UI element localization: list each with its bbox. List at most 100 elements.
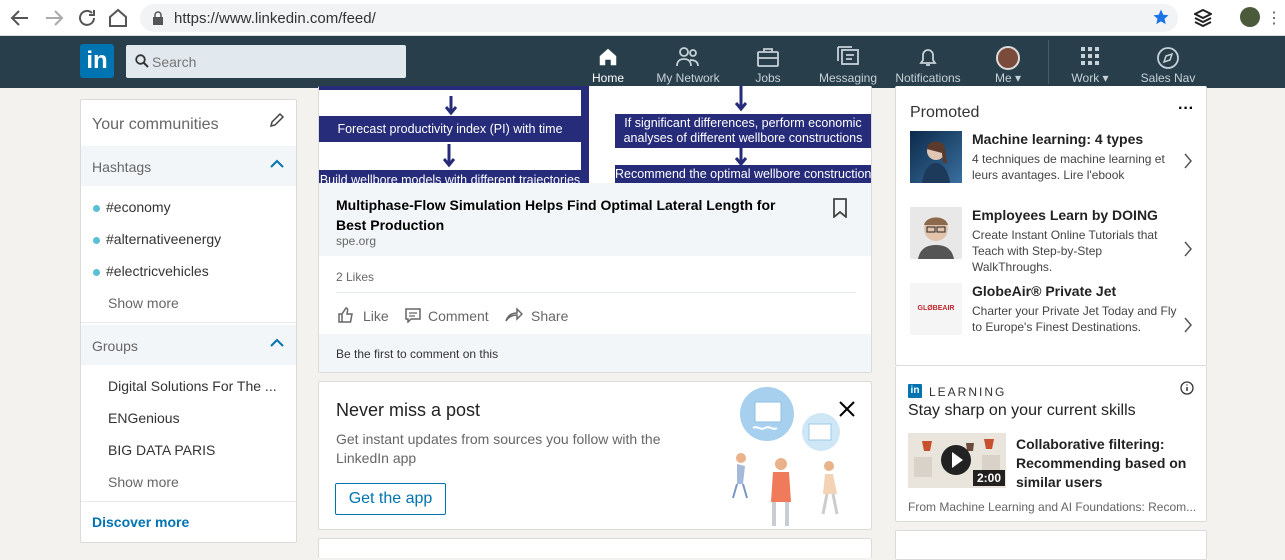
diagram-box: If significant differences, perform econ… [615, 114, 871, 148]
ad-body: Create Instant Online Tutorials that Tea… [972, 228, 1158, 274]
bookmark-icon[interactable] [832, 198, 848, 223]
next-feed-card [318, 538, 872, 558]
article-image[interactable]: Forecast productivity index (PI) with ti… [319, 86, 871, 183]
article-meta[interactable]: Multiphase-Flow Simulation Helps Find Op… [319, 183, 871, 256]
linkedin-logo[interactable]: in [80, 44, 114, 78]
nav-home[interactable]: Home [568, 36, 648, 88]
hashtags-title: Hashtags [92, 159, 152, 175]
search-input[interactable] [152, 45, 402, 78]
nav-sales-nav[interactable]: Sales Nav [1128, 36, 1208, 88]
group-item[interactable]: BIG DATA PARIS [108, 442, 215, 458]
ad-title: Employees Learn by DOING [972, 207, 1158, 223]
chevron-up-icon[interactable] [269, 336, 285, 353]
chevron-up-icon[interactable] [269, 157, 285, 174]
arrow-left-icon[interactable] [8, 6, 32, 30]
promo-body: Get instant updates from sources you fol… [336, 431, 661, 466]
share-button[interactable]: Share [505, 305, 568, 327]
search-icon [135, 54, 149, 73]
ad-title: Machine learning: 4 types [972, 131, 1144, 147]
bell-icon [888, 46, 968, 68]
nav-notifications[interactable]: Notifications [888, 36, 968, 88]
nav-me[interactable]: Me ▾ [968, 36, 1048, 88]
search-box[interactable] [126, 45, 406, 78]
diagram-box: Recommend the optimal wellbore construct… [615, 165, 871, 183]
like-button[interactable]: Like [337, 305, 389, 327]
hashtag-item[interactable]: #electricvehicles [93, 263, 209, 279]
app-promo-card: Never miss a post Get instant updates fr… [318, 381, 872, 530]
hashtag-dot [93, 236, 100, 244]
learning-subtitle: Stay sharp on your current skills [908, 402, 1136, 419]
nav-divider [1048, 40, 1049, 84]
communities-card: Your communities Hashtags #economy #alte… [80, 99, 297, 543]
discover-more-link[interactable]: Discover more [92, 514, 189, 530]
nav-work[interactable]: Work ▾ [1050, 36, 1130, 88]
learning-card: in LEARNING Stay sharp on your current s… [895, 366, 1207, 522]
arrow-right-icon[interactable] [42, 6, 66, 30]
ad-item[interactable]: GLØBEAIR GlobeAir® Private Jet Charter y… [910, 283, 1198, 343]
ad-image [910, 207, 962, 259]
menu-icon[interactable]: ⋮ [1266, 8, 1282, 28]
avatar [996, 46, 1020, 70]
hashtags-header[interactable]: Hashtags [81, 146, 296, 186]
course-duration: 2:00 [973, 470, 1005, 486]
arrow-down-icon [734, 86, 748, 117]
network-icon [648, 46, 728, 68]
group-item[interactable]: ENGenious [108, 410, 180, 426]
ad-item[interactable]: Machine learning: 4 types 4 techniques d… [910, 131, 1198, 191]
arrow-down-icon [442, 144, 456, 173]
course-title[interactable]: Collaborative filtering: Recommending ba… [1016, 435, 1196, 492]
linkedin-nav: in Home My Network Jobs Messaging Notif [0, 36, 1285, 88]
hashtag-item[interactable]: #alternativeenergy [93, 231, 221, 247]
article-title[interactable]: Multiphase-Flow Simulation Helps Find Op… [336, 195, 806, 235]
ad-title: GlobeAir® Private Jet [972, 283, 1117, 299]
reload-icon[interactable] [75, 6, 99, 30]
pencil-icon[interactable] [269, 112, 285, 133]
nav-label: My Network [656, 71, 720, 85]
diagram-box: Forecast productivity index (PI) with ti… [319, 116, 581, 142]
briefcase-icon [728, 46, 808, 68]
ad-image [910, 131, 962, 183]
promo-illustration [719, 384, 869, 529]
group-item[interactable]: Digital Solutions For The ... [108, 378, 277, 394]
extensions-icon[interactable] [1192, 8, 1214, 32]
comment-prompt[interactable]: Be the first to comment on this [319, 334, 871, 372]
nav-label: Work [1071, 71, 1100, 85]
diagram-box: Build wellbore models with different tra… [319, 170, 581, 183]
likes-count[interactable]: 2 Likes [336, 270, 374, 284]
course-thumbnail[interactable]: 2:00 [908, 433, 1006, 488]
chevron-right-icon [1184, 153, 1192, 174]
star-icon[interactable] [1152, 8, 1170, 31]
more-options-icon[interactable]: ··· [1178, 100, 1194, 118]
globeair-logo: GLØBEAIR [910, 283, 962, 335]
share-icon [505, 306, 524, 326]
feed-post: Forecast productivity index (PI) with ti… [318, 86, 872, 373]
groups-header[interactable]: Groups [81, 325, 296, 365]
thumbs-up-icon [337, 306, 355, 327]
profile-avatar[interactable] [1240, 7, 1260, 27]
course-from: From Machine Learning and AI Foundations… [908, 500, 1197, 514]
groups-show-more[interactable]: Show more [108, 474, 179, 490]
nav-label: Home [591, 71, 624, 85]
chevron-right-icon [1184, 241, 1192, 262]
nav-my-network[interactable]: My Network [648, 36, 728, 88]
promoted-title: Promoted [910, 104, 980, 121]
right-next-card [895, 530, 1207, 560]
comment-button[interactable]: Comment [405, 305, 489, 327]
lock-icon [152, 11, 164, 30]
get-app-button[interactable]: Get the app [335, 483, 446, 515]
compass-icon [1128, 46, 1208, 69]
diagram-divider [581, 86, 589, 183]
url-text: https://www.linkedin.com/feed/ [174, 10, 376, 27]
groups-title: Groups [92, 338, 138, 354]
hashtag-item[interactable]: #economy [93, 199, 171, 215]
home-icon[interactable] [106, 6, 130, 30]
nav-jobs[interactable]: Jobs [728, 36, 808, 88]
promoted-card: Promoted ··· Machine learning: 4 types 4… [895, 86, 1207, 366]
nav-messaging[interactable]: Messaging [808, 36, 888, 88]
ad-item[interactable]: Employees Learn by DOING Create Instant … [910, 207, 1198, 277]
info-icon[interactable] [1180, 381, 1194, 400]
hashtags-show-more[interactable]: Show more [108, 295, 179, 311]
address-bar[interactable]: https://www.linkedin.com/feed/ [140, 4, 1178, 32]
home-icon [568, 46, 648, 68]
chevron-right-icon [1184, 317, 1192, 338]
